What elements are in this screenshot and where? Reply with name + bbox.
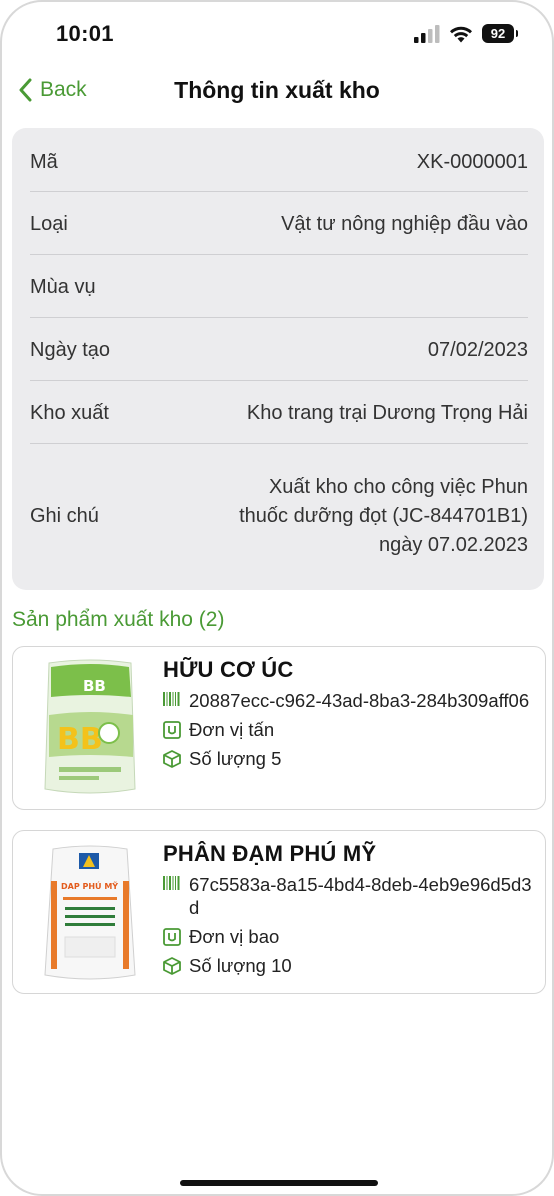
created-row: Ngày tạo 07/02/2023 <box>30 334 528 366</box>
product-image: BB BB <box>44 659 136 794</box>
code-value: XK-0000001 <box>416 150 528 173</box>
status-icons: 92 <box>414 24 518 43</box>
product-code-line: 20887ecc-c962-43ad-8ba3-284b309aff06 <box>163 689 537 712</box>
product-quantity: Số lượng 5 <box>189 748 282 769</box>
code-label: Mã <box>30 150 58 173</box>
note-row: Ghi chú Xuất kho cho công việc Phun thuố… <box>30 458 528 574</box>
created-value: 07/02/2023 <box>427 338 528 361</box>
product-quantity-line: Số lượng 5 <box>163 747 537 770</box>
divider <box>30 317 528 318</box>
product-name: HỮU CƠ ÚC <box>163 657 294 682</box>
divider <box>30 380 528 381</box>
barcode-icon <box>163 692 180 706</box>
season-row: Mùa vụ <box>30 271 528 303</box>
product-image: DAP PHÚ MỸ <box>44 845 136 980</box>
type-row: Loại Vật tư nông nghiệp đầu vào <box>30 208 528 240</box>
type-label: Loại <box>30 212 68 235</box>
warehouse-value: Kho trang trại Dương Trọng Hải <box>246 401 528 424</box>
box-icon <box>163 957 181 975</box>
battery-icon: 92 <box>482 24 518 43</box>
product-code-line: 67c5583a-8a15-4bd4-8deb-4eb9e96d5d3d <box>163 873 537 919</box>
product-name: PHÂN ĐẠM PHÚ MỸ <box>163 841 377 866</box>
note-value: Xuất kho cho công việc Phun thuốc dưỡng … <box>239 475 528 556</box>
bag-logo-text: BB <box>83 677 106 695</box>
product-quantity-line: Số lượng 10 <box>163 954 537 977</box>
unit-icon <box>163 928 181 946</box>
status-time: 10:01 <box>56 21 114 46</box>
bag-logo-text: DAP PHÚ MỸ <box>61 880 118 891</box>
divider <box>30 254 528 255</box>
box-icon <box>163 750 181 768</box>
divider <box>30 443 528 444</box>
nav-bar: Back Thông tin xuất kho <box>2 64 552 120</box>
divider <box>30 191 528 192</box>
created-label: Ngày tạo <box>30 338 111 361</box>
product-info: PHÂN ĐẠM PHÚ MỸ 67c5583a-8a15-4bd4-8deb-… <box>163 841 537 983</box>
product-code: 20887ecc-c962-43ad-8ba3-284b309aff06 <box>189 690 530 711</box>
phone-frame: 10:01 92 Back Thông tin xuất kho Mã XK-0… <box>0 0 554 1196</box>
product-code: 67c5583a-8a15-4bd4-8deb-4eb9e96d5d3d <box>189 874 532 918</box>
product-info: HỮU CƠ ÚC 20887ecc-c962-43ad-8ba3-284b30… <box>163 657 537 776</box>
page-title: Thông tin xuất kho <box>174 77 380 103</box>
home-indicator[interactable] <box>180 1180 378 1186</box>
product-unit: Đơn vị bao <box>189 926 280 947</box>
type-value: Vật tư nông nghiệp đầu vào <box>281 212 528 235</box>
barcode-icon <box>163 876 180 890</box>
bag-logo-big: BB <box>57 722 103 757</box>
product-unit: Đơn vị tấn <box>189 719 275 740</box>
signal-icon <box>414 24 440 43</box>
season-label: Mùa vụ <box>30 275 96 298</box>
wifi-icon <box>450 26 472 42</box>
warehouse-row: Kho xuất Kho trang trại Dương Trọng Hải <box>30 397 528 429</box>
product-card[interactable]: DAP PHÚ MỸ PHÂN ĐẠM PHÚ MỸ 67c5583a-8a15… <box>12 830 546 994</box>
status-bar: 10:01 92 <box>2 2 552 64</box>
product-quantity: Số lượng 10 <box>189 955 292 976</box>
product-unit-line: Đơn vị tấn <box>163 718 537 741</box>
product-card[interactable]: BB BB HỮU CƠ ÚC 20887ecc-c962-43ad-8ba3-… <box>12 646 546 810</box>
note-label: Ghi chú <box>30 504 99 527</box>
warehouse-label: Kho xuất <box>30 401 109 424</box>
products-section-title: Sản phẩm xuất kho (2) <box>12 608 225 631</box>
info-card: Mã XK-0000001 Loại Vật tư nông nghiệp đầ… <box>12 128 544 590</box>
unit-icon <box>163 721 181 739</box>
code-row: Mã XK-0000001 <box>30 146 528 178</box>
product-unit-line: Đơn vị bao <box>163 925 537 948</box>
